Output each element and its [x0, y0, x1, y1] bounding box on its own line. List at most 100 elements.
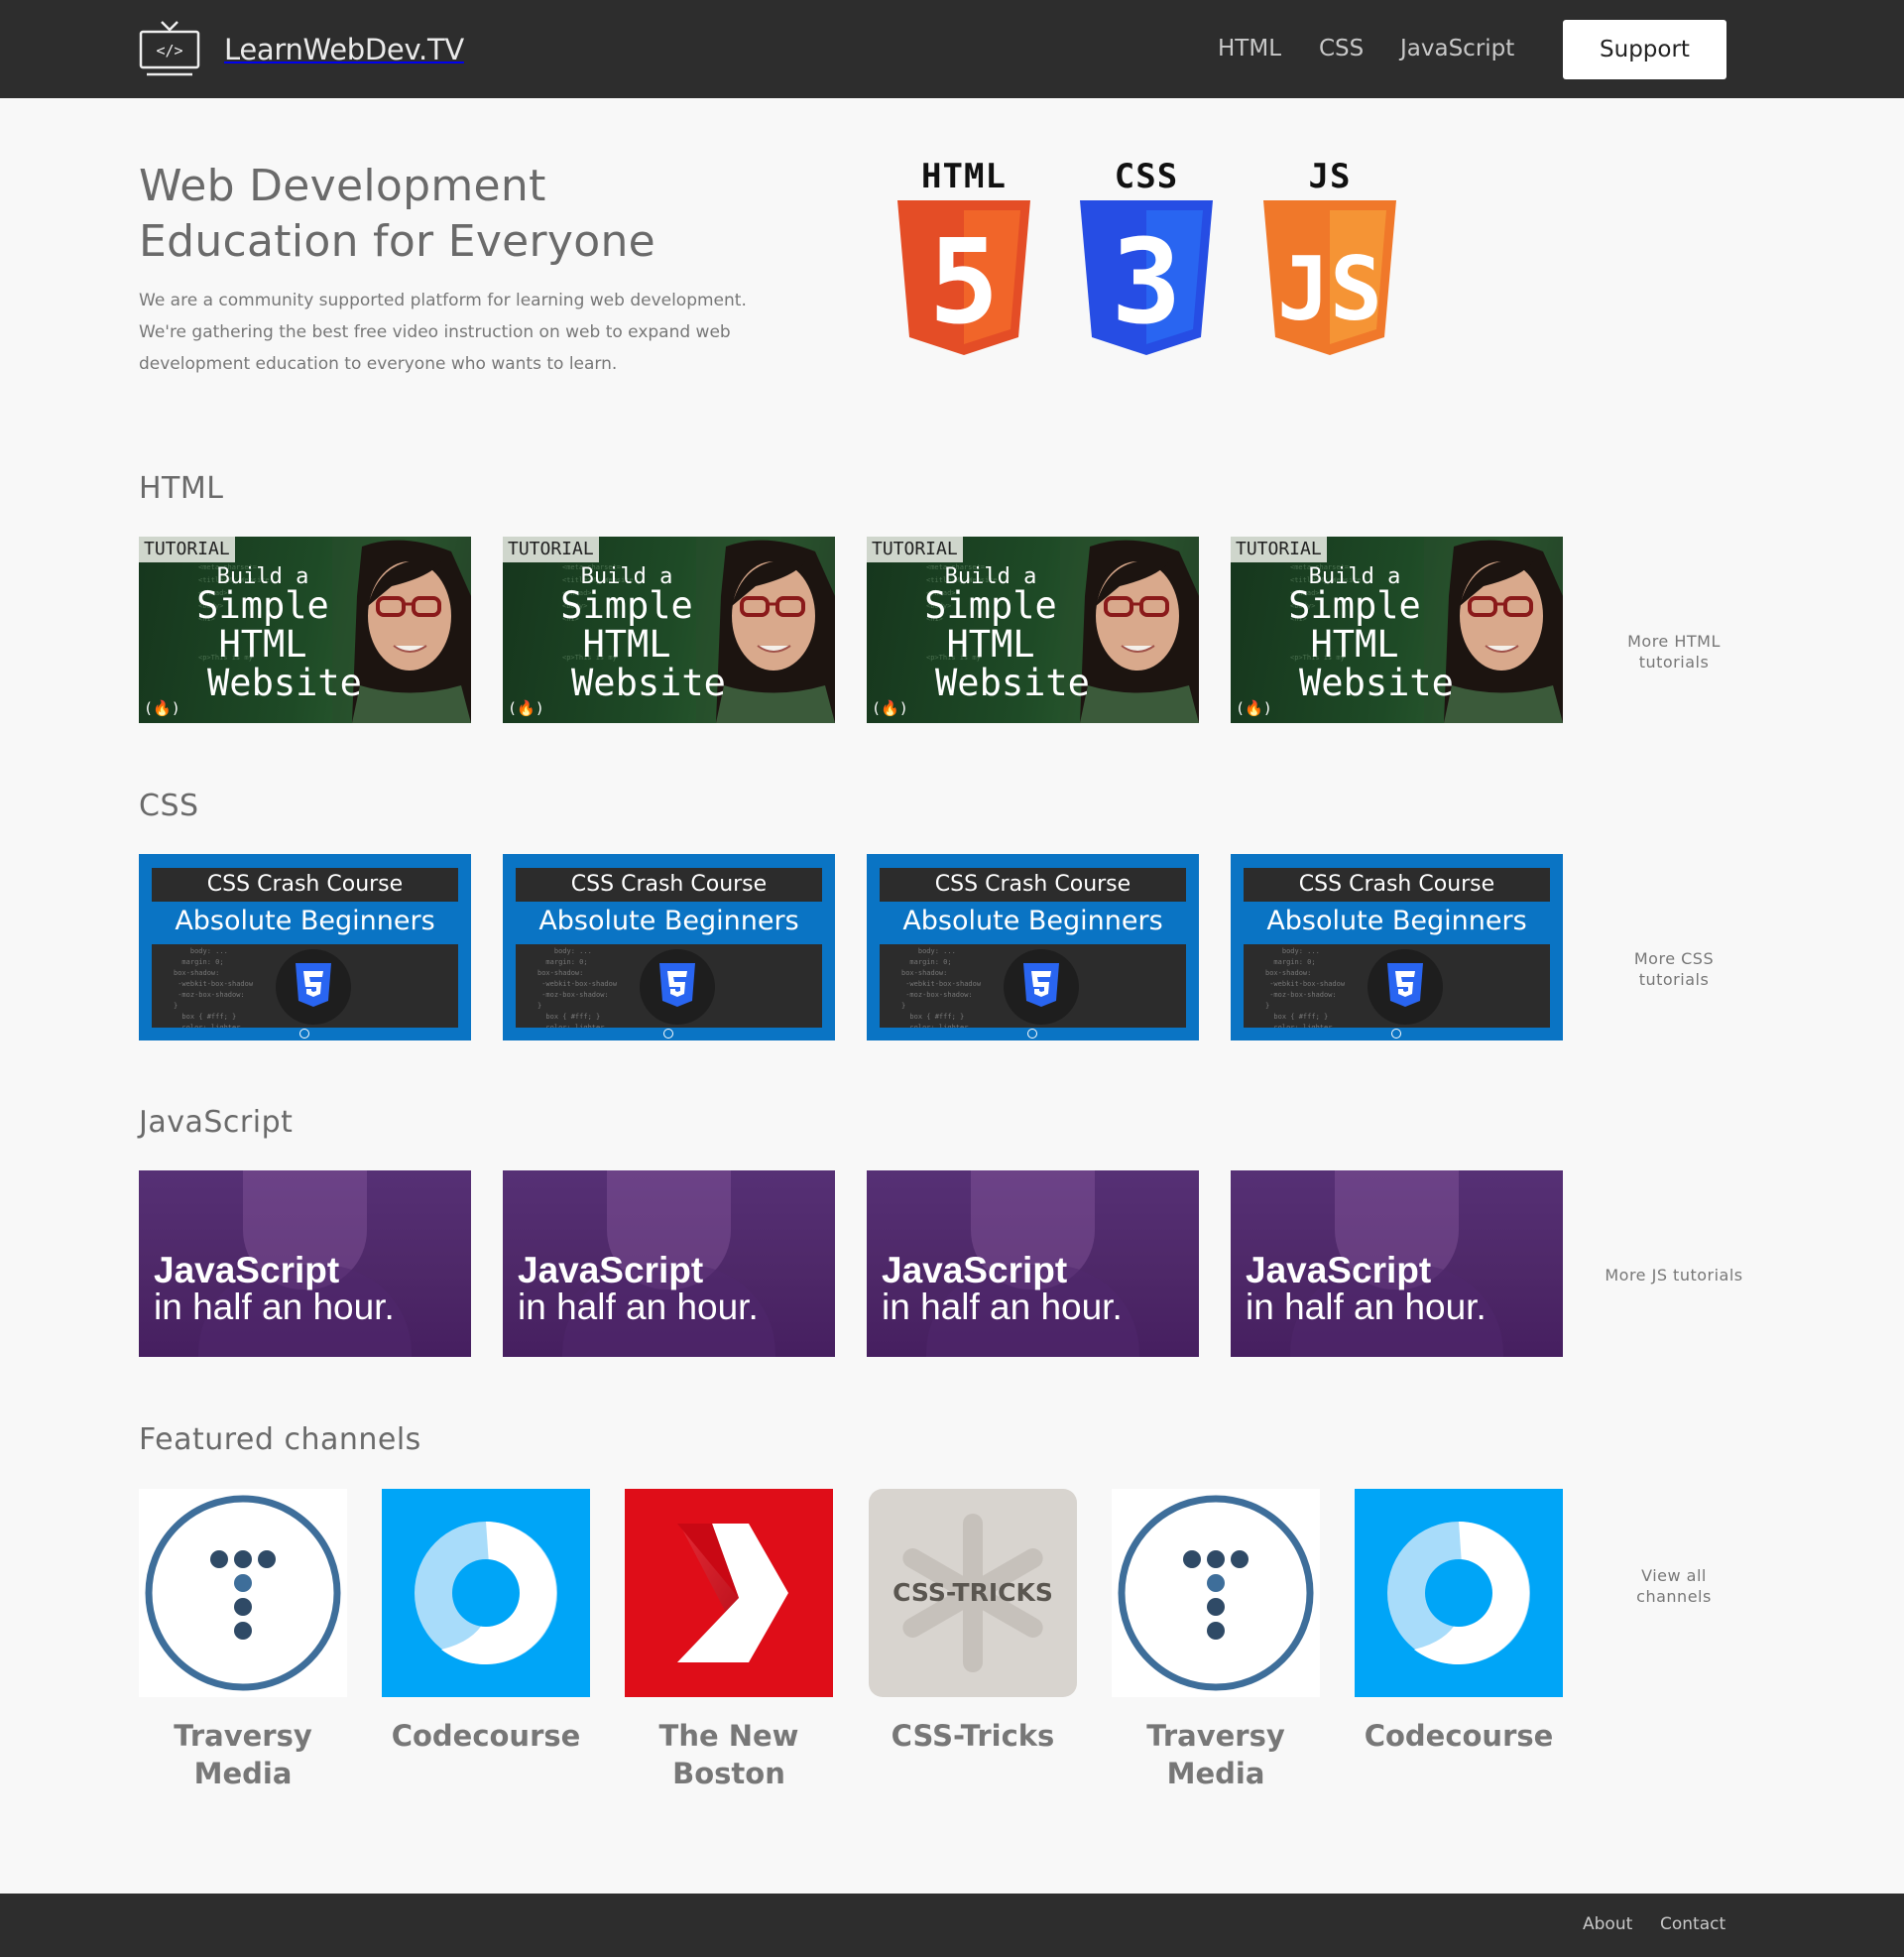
- thumb-title: JavaScript: [518, 1250, 704, 1290]
- newboston-logo-icon: [625, 1489, 833, 1697]
- tv-code-icon: </>: [139, 21, 200, 76]
- more-css-link[interactable]: More CSS tutorials: [1605, 948, 1743, 990]
- html5-logo: HTML 5: [895, 157, 1032, 357]
- channel-watermark-icon: [299, 1029, 309, 1039]
- channel-card[interactable]: Codecourse: [382, 1489, 590, 1755]
- channel-card[interactable]: The New Boston: [625, 1489, 833, 1792]
- js-logo: JS JS: [1261, 157, 1398, 357]
- csstricks-logo-icon: CSS-TRICKS: [869, 1489, 1077, 1697]
- svg-text:</>: </>: [156, 42, 182, 60]
- thumb-line-2: Simple: [560, 584, 693, 627]
- thumb-line-4: Website: [1299, 662, 1454, 704]
- tutorial-tag: TUTORIAL: [867, 537, 963, 562]
- support-button[interactable]: Support: [1563, 20, 1726, 79]
- thumb-line-4: Website: [571, 662, 726, 704]
- thumb-course-subtitle: Absolute Beginners: [1266, 906, 1527, 936]
- brand-link[interactable]: </> LearnWebDev.TV: [139, 20, 464, 79]
- freecodecamp-icon: (🔥): [144, 699, 180, 717]
- channel-name: CSS-Tricks: [891, 1719, 1055, 1753]
- channel-watermark-icon: [1391, 1029, 1401, 1039]
- tutorial-tag: TUTORIAL: [503, 537, 599, 562]
- channel-watermark-icon: [663, 1029, 673, 1039]
- channel-card[interactable]: Traversy Media: [139, 1489, 347, 1792]
- freecodecamp-icon: (🔥): [872, 699, 908, 717]
- html-video-thumbnail[interactable]: <meta charset= <title>My Website </head> <b…: [503, 537, 835, 723]
- channel-logo: [1355, 1489, 1563, 1697]
- channel-name: The New Boston: [658, 1719, 799, 1790]
- channel-watermark-icon: [1027, 1029, 1037, 1039]
- more-html-link[interactable]: More HTML tutorials: [1605, 631, 1743, 673]
- section-title-html: HTML: [139, 471, 224, 506]
- html-video-thumbnail[interactable]: <meta charset= <title>My Website </head> <b…: [1231, 537, 1563, 723]
- js-shield-label: JS: [1277, 238, 1382, 340]
- traversy-logo-icon: [139, 1489, 347, 1697]
- code-panel: body: ... margin: 0; box-shadow: -webkit-…: [152, 944, 458, 1028]
- footer-contact-link[interactable]: Contact: [1660, 1914, 1726, 1934]
- thumb-course-subtitle: Absolute Beginners: [902, 906, 1163, 936]
- js-logo-label: JS: [1308, 157, 1352, 196]
- css3-shield-icon: 3: [1080, 200, 1213, 355]
- css-video-thumbnail[interactable]: CSS Crash Course Absolute Beginners body:…: [139, 854, 471, 1040]
- html-video-thumbnail[interactable]: <meta charset= <title>My Website </head> <b…: [867, 537, 1199, 723]
- thumb-line-2: Simple: [196, 584, 329, 627]
- thumb-course-subtitle: Absolute Beginners: [538, 906, 799, 936]
- thumb-line-2: Simple: [924, 584, 1057, 627]
- channel-name: Traversy Media: [1146, 1719, 1285, 1790]
- codecourse-logo-icon: [382, 1489, 590, 1697]
- channel-card[interactable]: Codecourse: [1355, 1489, 1563, 1755]
- css3-badge: [276, 949, 351, 1025]
- tutorial-tag: TUTORIAL: [139, 537, 235, 562]
- footer-about-link[interactable]: About: [1583, 1914, 1632, 1934]
- css-video-thumbnail[interactable]: CSS Crash Course Absolute Beginners body:…: [1231, 854, 1563, 1040]
- top-navbar: </> LearnWebDev.TV HTML CSS JavaScript S…: [0, 0, 1904, 98]
- js-video-thumbnail[interactable]: JavaScript in half an hour.: [1231, 1170, 1563, 1357]
- freecodecamp-icon: (🔥): [508, 699, 544, 717]
- thumb-course-title: CSS Crash Course: [1244, 868, 1550, 902]
- section-title-channels: Featured channels: [139, 1422, 421, 1457]
- css3-icon: [1387, 963, 1423, 1007]
- css3-badge: [640, 949, 715, 1025]
- channel-name: Codecourse: [391, 1719, 581, 1753]
- thumb-course-title: CSS Crash Course: [880, 868, 1186, 902]
- thumb-course-title: CSS Crash Course: [516, 868, 822, 902]
- code-background: body: ... margin: 0; box-shadow: -webkit-…: [537, 947, 618, 1028]
- channel-logo: [139, 1489, 347, 1697]
- js-video-thumbnail[interactable]: JavaScript in half an hour.: [867, 1170, 1199, 1357]
- js-video-thumbnail[interactable]: JavaScript in half an hour.: [139, 1170, 471, 1357]
- thumb-subtitle: in half an hour.: [882, 1286, 1123, 1327]
- html-video-thumbnail[interactable]: <meta charset= <title>My Website </head> <b…: [139, 537, 471, 723]
- thumb-subtitle: in half an hour.: [1246, 1286, 1487, 1327]
- code-panel: body: ... margin: 0; box-shadow: -webkit-…: [516, 944, 822, 1028]
- css3-icon: [659, 963, 695, 1007]
- thumb-line-3: HTML: [946, 623, 1035, 666]
- traversy-logo-icon: [1112, 1489, 1320, 1697]
- code-panel: body: ... margin: 0; box-shadow: -webkit-…: [880, 944, 1186, 1028]
- js-video-thumbnail[interactable]: JavaScript in half an hour.: [503, 1170, 835, 1357]
- thumb-course-subtitle: Absolute Beginners: [175, 906, 435, 936]
- code-background: body: ... margin: 0; box-shadow: -webkit-…: [1265, 947, 1346, 1028]
- section-title-javascript: JavaScript: [139, 1105, 294, 1140]
- section-title-css: CSS: [139, 789, 199, 823]
- nav-css[interactable]: CSS: [1319, 36, 1364, 61]
- footer: About Contact: [0, 1894, 1904, 1957]
- channel-card[interactable]: CSS-TRICKS CSS-Tricks: [869, 1489, 1077, 1755]
- nav-javascript[interactable]: JavaScript: [1400, 36, 1514, 61]
- codecourse-logo-icon: [1355, 1489, 1563, 1697]
- thumb-subtitle: in half an hour.: [518, 1286, 759, 1327]
- thumb-title: JavaScript: [882, 1250, 1068, 1290]
- css-video-thumbnail[interactable]: CSS Crash Course Absolute Beginners body:…: [503, 854, 835, 1040]
- css3-icon: [1023, 963, 1059, 1007]
- css-video-thumbnail[interactable]: CSS Crash Course Absolute Beginners body:…: [867, 854, 1199, 1040]
- nav-html[interactable]: HTML: [1218, 36, 1281, 61]
- css3-icon: [296, 963, 331, 1007]
- channel-logo: [625, 1489, 833, 1697]
- thumb-line-3: HTML: [582, 623, 671, 666]
- css3-logo-label: CSS: [1114, 157, 1179, 196]
- channel-logo: [382, 1489, 590, 1697]
- thumb-line-3: HTML: [218, 623, 307, 666]
- html5-logo-label: HTML: [921, 157, 1007, 196]
- channel-card[interactable]: Traversy Media: [1112, 1489, 1320, 1792]
- channel-name: Codecourse: [1364, 1719, 1554, 1753]
- view-all-channels-link[interactable]: View all channels: [1605, 1565, 1743, 1607]
- more-js-link[interactable]: More JS tutorials: [1605, 1265, 1743, 1285]
